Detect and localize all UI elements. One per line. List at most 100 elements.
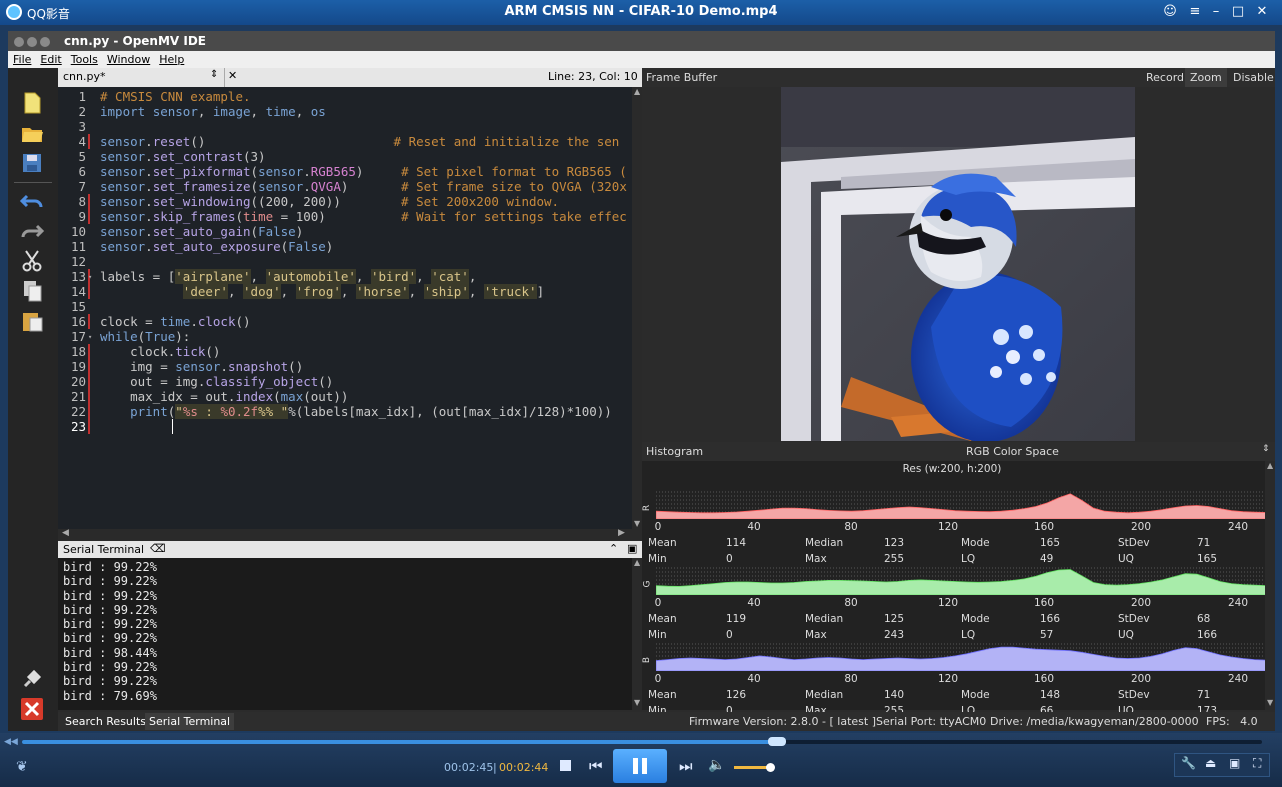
menu-icon[interactable]: ≡ xyxy=(1186,3,1204,21)
editor-horizontal-scrollbar[interactable]: ◀ ▶ xyxy=(58,528,642,540)
menu-edit[interactable]: Edit xyxy=(40,53,61,66)
firmware-version[interactable]: Firmware Version: 2.8.0 - [ latest ] xyxy=(689,715,876,728)
histogram-channel-r: R 0 40 80 120 160 200 240 Mean 114 Median 123 Mode 16… xyxy=(642,479,1266,565)
resolution-label: Res (w:200, h:200) xyxy=(902,463,1002,475)
menu-help[interactable]: Help xyxy=(159,53,184,66)
tab-serial-terminal[interactable]: Serial Terminal xyxy=(145,713,235,730)
open-folder-icon[interactable] xyxy=(19,120,45,146)
code-line[interactable]: while(True): xyxy=(100,329,190,344)
volume-icon[interactable]: 🔈 xyxy=(708,757,725,773)
record-button[interactable]: Record xyxy=(1146,71,1184,84)
code-line[interactable]: labels = ['airplane', 'automobile', 'bir… xyxy=(100,269,476,284)
editor-tab-bar: cnn.py* ⇕ ✕ Line: 23, Col: 10 xyxy=(58,68,642,87)
menu-bar: File Edit Tools Window Help xyxy=(8,51,1275,68)
ide-title-bar: cnn.py - OpenMV IDE xyxy=(8,31,1275,51)
maximize-icon[interactable]: □ xyxy=(1229,3,1247,21)
code-line[interactable]: sensor.skip_frames(time = 100) # Wait fo… xyxy=(100,209,627,224)
collapse-terminal-icon[interactable]: ⌃ xyxy=(609,542,618,555)
line-number: 10 xyxy=(70,224,86,239)
code-line[interactable]: sensor.set_pixformat(sensor.RGB565) # Se… xyxy=(100,164,627,179)
float-terminal-icon[interactable]: ▣ xyxy=(627,542,637,555)
code-line[interactable]: sensor.set_framesize(sensor.QVGA) # Set … xyxy=(100,179,627,194)
code-line[interactable]: print("%s : %0.2f%% "%(labels[max_idx], … xyxy=(100,404,612,419)
modified-marker xyxy=(88,194,90,209)
histogram-tick-label: 200 xyxy=(1130,673,1152,685)
color-space-select[interactable]: RGB Color Space xyxy=(966,445,1059,458)
terminal-title: Serial Terminal xyxy=(63,543,145,556)
seek-progress xyxy=(22,740,777,744)
playlist-icon[interactable]: ❦ xyxy=(16,759,28,775)
code-line[interactable]: out = img.classify_object() xyxy=(100,374,333,389)
fullscreen-icon[interactable]: ⛶ xyxy=(1253,756,1261,771)
cut-icon[interactable] xyxy=(19,248,45,274)
volume-slider[interactable] xyxy=(734,763,775,772)
close-icon[interactable]: ✕ xyxy=(1253,3,1271,21)
minimize-icon[interactable]: – xyxy=(1207,3,1225,21)
code-line[interactable]: sensor.set_auto_gain(False) xyxy=(100,224,303,239)
stat-label: StDev xyxy=(1118,689,1150,701)
code-line[interactable]: import sensor, image, time, os xyxy=(100,104,326,119)
file-tab[interactable]: cnn.py* xyxy=(63,70,105,83)
code-line[interactable]: sensor.set_windowing((200, 200)) # Set 2… xyxy=(100,194,559,209)
fold-marker-icon[interactable]: ▾ xyxy=(88,333,92,341)
stop-button[interactable] xyxy=(560,760,571,771)
stat-label: Mode xyxy=(961,613,990,625)
window-controls[interactable] xyxy=(14,36,53,50)
code-line[interactable]: 'deer', 'dog', 'frog', 'horse', 'ship', … xyxy=(100,284,544,299)
previous-button[interactable]: ⏮ xyxy=(589,757,603,775)
terminal-scrollbar[interactable]: ▲ ▼ xyxy=(632,558,642,710)
editor-vertical-scrollbar[interactable]: ▲ ▼ xyxy=(632,87,642,531)
serial-terminal-output[interactable]: bird : 99.22% bird : 99.22% bird : 99.22… xyxy=(58,558,632,710)
copy-icon[interactable] xyxy=(19,278,45,304)
line-number: 5 xyxy=(78,149,86,164)
zoom-button[interactable]: Zoom xyxy=(1185,68,1227,87)
connect-icon[interactable] xyxy=(19,666,45,692)
code-line[interactable]: clock = time.clock() xyxy=(100,314,251,329)
histogram-scrollbar[interactable]: ▲ ▼ xyxy=(1265,461,1275,710)
tab-dropdown-icon[interactable]: ⇕ xyxy=(210,69,218,80)
stop-script-icon[interactable] xyxy=(19,696,45,722)
code-line[interactable]: clock.tick() xyxy=(100,344,220,359)
histogram-tick-label: 120 xyxy=(937,521,959,533)
stat-value: 140 xyxy=(884,689,905,701)
code-editor[interactable]: 1 2 3 4 5 6 7 8 9 10 11 12 13 14 15 16 17 18 19 20 21 22 23 # … xyxy=(58,87,632,531)
tools-icon[interactable]: 🔧 xyxy=(1181,756,1196,770)
next-button[interactable]: ⏭ xyxy=(679,757,693,775)
seek-handle[interactable] xyxy=(768,737,786,746)
eject-icon[interactable]: ⏏ xyxy=(1205,756,1216,770)
clear-terminal-icon[interactable]: ⌫ xyxy=(150,542,166,555)
code-line[interactable]: max_idx = out.index(max(out)) xyxy=(100,389,348,404)
redo-icon[interactable] xyxy=(19,218,45,244)
histogram-plot xyxy=(656,643,1266,671)
histogram-tick-label: 80 xyxy=(844,673,858,685)
menu-window[interactable]: Window xyxy=(107,53,150,66)
disable-button[interactable]: Disable xyxy=(1233,71,1274,84)
line-number: 13 xyxy=(70,269,86,284)
screenshot-icon[interactable]: ▣ xyxy=(1229,756,1240,770)
stat-value: 114 xyxy=(726,537,747,549)
pause-button[interactable] xyxy=(613,749,667,783)
line-number: 18 xyxy=(70,344,86,359)
menu-file[interactable]: File xyxy=(13,53,31,66)
histogram-tick-label: 0 xyxy=(654,521,662,533)
new-file-icon[interactable] xyxy=(19,90,45,116)
seek-bar[interactable] xyxy=(22,737,1262,746)
color-space-dropdown-icon[interactable]: ⇕ xyxy=(1262,444,1270,454)
code-line[interactable]: sensor.set_auto_exposure(False) xyxy=(100,239,333,254)
skin-icon[interactable]: ☺ xyxy=(1161,3,1179,21)
histogram-tick-label: 240 xyxy=(1227,521,1249,533)
channel-label: G xyxy=(642,580,653,588)
tab-search-results[interactable]: Search Results xyxy=(65,715,146,728)
close-tab-icon[interactable]: ✕ xyxy=(228,69,237,82)
save-icon[interactable] xyxy=(19,150,45,176)
code-line[interactable]: # CMSIS CNN example. xyxy=(100,89,251,104)
undo-icon[interactable] xyxy=(19,188,45,214)
seek-back-icon[interactable]: ◀◀ xyxy=(4,737,18,747)
fold-marker-icon[interactable]: ▾ xyxy=(88,273,92,281)
code-line[interactable]: sensor.set_contrast(3) xyxy=(100,149,266,164)
code-line[interactable]: sensor.reset() # Reset and initialize th… xyxy=(100,134,619,149)
modified-marker xyxy=(88,134,90,149)
menu-tools[interactable]: Tools xyxy=(71,53,98,66)
code-line[interactable]: img = sensor.snapshot() xyxy=(100,359,303,374)
paste-icon[interactable] xyxy=(19,308,45,334)
